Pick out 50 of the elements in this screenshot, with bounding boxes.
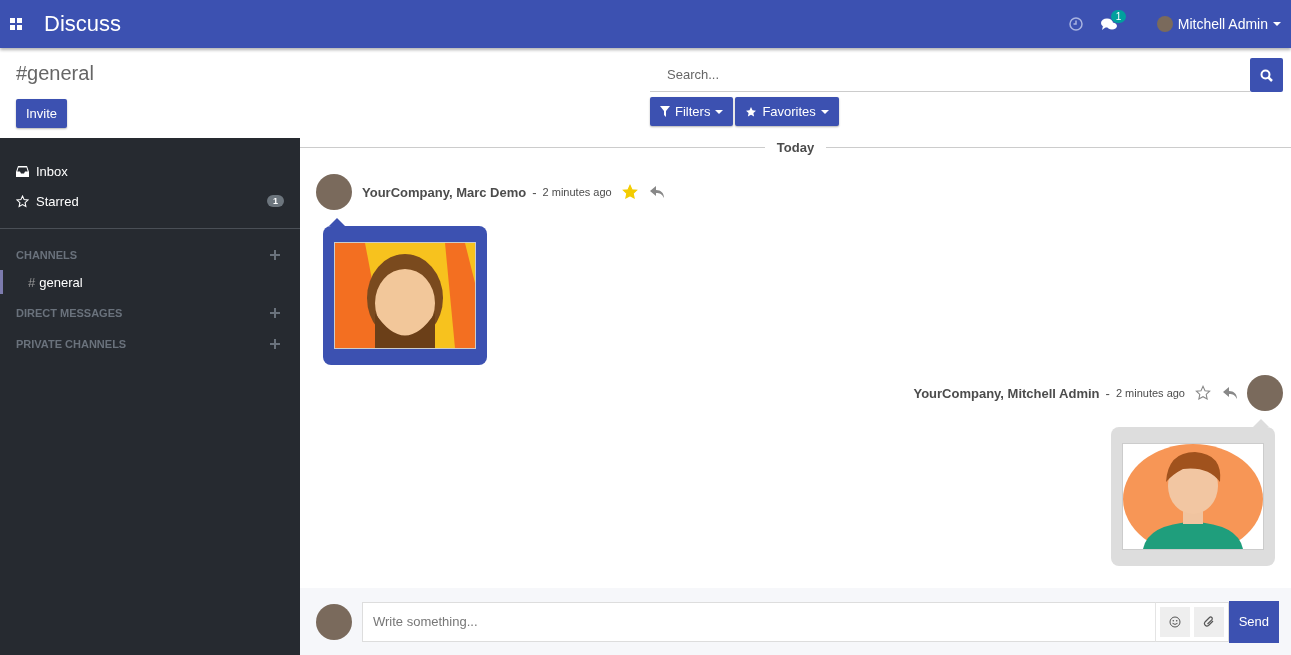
- paperclip-icon: [1202, 615, 1215, 628]
- app-title: Discuss: [44, 11, 121, 37]
- caret-icon: [715, 109, 724, 114]
- sidebar-item[interactable]: Inbox: [0, 156, 300, 186]
- section-header: PRIVATE CHANNELS: [16, 337, 127, 350]
- filters-button[interactable]: Filters: [650, 97, 734, 126]
- avatar: [1247, 375, 1283, 411]
- message-input[interactable]: Write something...: [362, 601, 1155, 642]
- channel-item[interactable]: # general: [0, 270, 300, 294]
- search-button[interactable]: [1250, 58, 1283, 92]
- invite-button[interactable]: Invite: [16, 99, 68, 128]
- avatar: [1156, 16, 1173, 32]
- inbox-icon: [16, 165, 29, 177]
- add-icon[interactable]: [270, 307, 280, 318]
- user-menu[interactable]: Mitchell Admin: [1156, 16, 1281, 32]
- apps-menu-icon[interactable]: [10, 18, 22, 30]
- smiley-icon: [1168, 615, 1181, 628]
- chat-icon[interactable]: [1100, 17, 1117, 31]
- clock-icon[interactable]: [1068, 17, 1083, 31]
- star-toggle-icon[interactable]: [1195, 385, 1211, 401]
- section-header: CHANNELS: [16, 248, 78, 261]
- message-time: 2 minutes ago: [542, 186, 612, 198]
- star-icon: [16, 194, 29, 208]
- date-separator: Today: [775, 139, 816, 155]
- message-author: YourCompany, Marc Demo: [362, 184, 527, 200]
- reply-icon[interactable]: [1223, 387, 1237, 399]
- reply-icon[interactable]: [649, 186, 664, 198]
- add-icon[interactable]: [270, 249, 280, 260]
- counter-badge: 1: [267, 195, 284, 207]
- message-time: 2 minutes ago: [1115, 387, 1185, 399]
- avatar: [316, 603, 352, 640]
- separator-dash: -: [1105, 385, 1110, 401]
- channel-title: #general: [16, 62, 95, 85]
- star-icon: [745, 105, 758, 118]
- search-icon: [1260, 68, 1273, 82]
- emoji-button[interactable]: [1159, 606, 1190, 637]
- add-icon[interactable]: [270, 338, 280, 349]
- attach-button[interactable]: [1193, 606, 1224, 637]
- caret-icon: [1273, 22, 1281, 26]
- sidebar-item[interactable]: Starred 1: [0, 186, 300, 216]
- caret-icon: [820, 109, 829, 114]
- separator-dash: -: [532, 184, 537, 200]
- star-toggle-icon[interactable]: [621, 184, 638, 200]
- filter-icon: [660, 106, 670, 117]
- message-author: YourCompany, Mitchell Admin: [913, 385, 1100, 401]
- send-button[interactable]: Send: [1228, 600, 1279, 643]
- avatar: [316, 174, 352, 210]
- section-header: DIRECT MESSAGES: [16, 306, 123, 319]
- favorites-button[interactable]: Favorites: [735, 97, 839, 126]
- notification-badge: 1: [1110, 9, 1127, 23]
